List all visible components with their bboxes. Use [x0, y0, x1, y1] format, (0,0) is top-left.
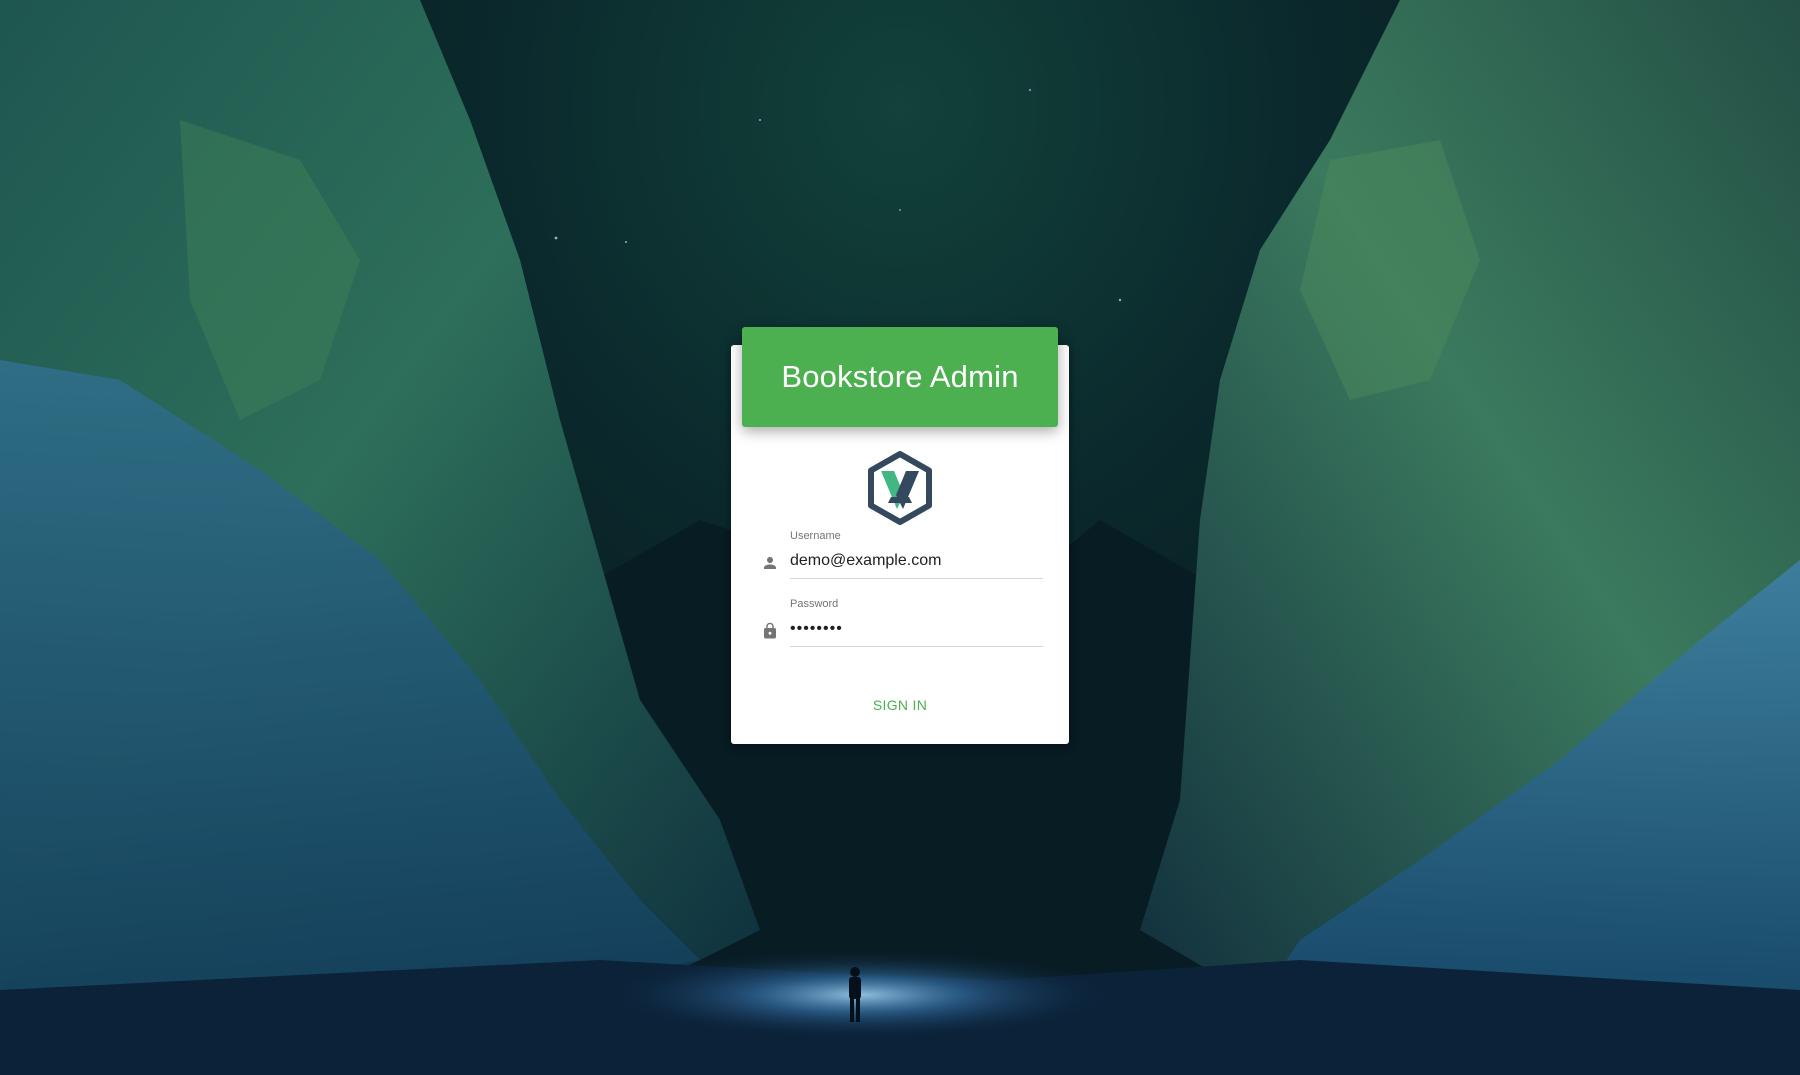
card-header: Bookstore Admin	[742, 327, 1058, 427]
password-field: Password	[761, 598, 1043, 654]
username-field: Username	[761, 530, 1043, 586]
password-label: Password	[790, 598, 839, 610]
lock-icon	[764, 622, 776, 639]
password-input[interactable]	[790, 612, 1043, 647]
username-input[interactable]	[790, 544, 1043, 579]
login-card: Bookstore Admin Username Password SIGN I…	[731, 327, 1069, 744]
username-label: Username	[790, 530, 841, 542]
hexagon-va-logo-icon	[868, 451, 932, 525]
person-icon	[764, 557, 776, 569]
sign-in-button[interactable]: SIGN IN	[850, 687, 950, 723]
app-title: Bookstore Admin	[781, 359, 1019, 394]
